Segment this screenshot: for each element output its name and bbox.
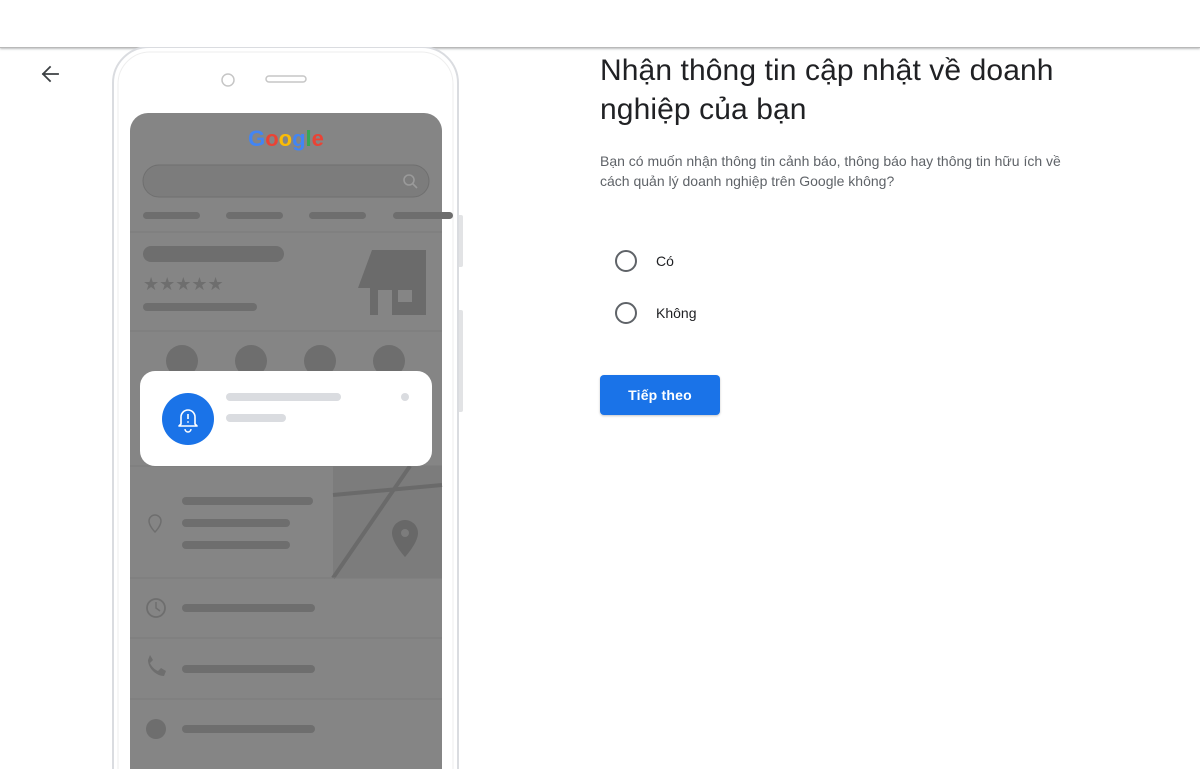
radio-button[interactable]	[615, 250, 637, 272]
radio-option-label: Có	[656, 253, 674, 269]
arrow-back-icon	[41, 65, 59, 83]
phone-illustration: Google ★★★★★	[100, 47, 480, 769]
back-button[interactable]	[32, 58, 68, 90]
radio-option-label: Không	[656, 305, 697, 321]
page-description: Bạn có muốn nhận thông tin cảnh báo, thô…	[600, 153, 1061, 189]
next-button[interactable]: Tiếp theo	[600, 375, 720, 415]
radio-group: Có Không	[600, 235, 1120, 339]
radio-option-no[interactable]: Không	[600, 287, 1120, 339]
page-title: Nhận thông tin cập nhật về doanh nghiệp …	[600, 54, 1054, 126]
search-bar	[142, 164, 430, 198]
google-logo: Google	[248, 126, 324, 151]
rating-stars: ★★★★★	[143, 274, 224, 295]
radio-option-yes[interactable]: Có	[600, 235, 1120, 287]
radio-button[interactable]	[615, 302, 637, 324]
top-bar	[0, 0, 1200, 48]
main-content: Nhận thông tin cập nhật về doanh nghiệp …	[600, 47, 1120, 415]
globe-icon	[146, 719, 166, 739]
